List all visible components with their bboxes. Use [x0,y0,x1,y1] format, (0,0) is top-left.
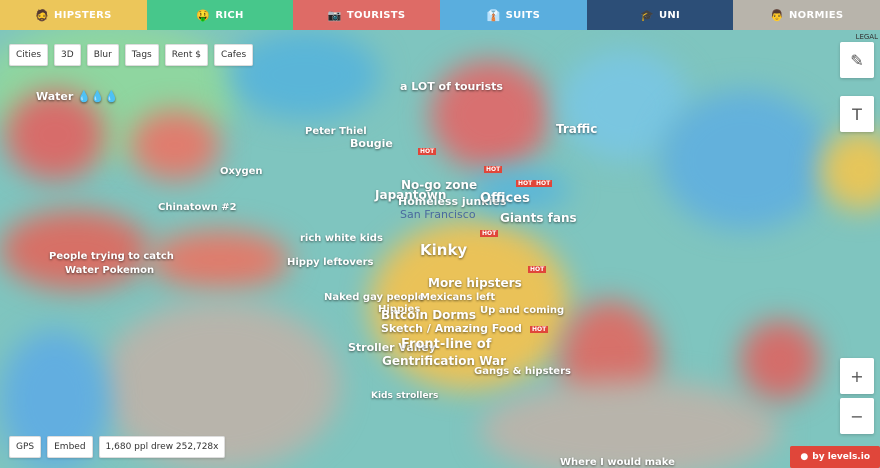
camera-icon: 📷 [327,8,342,22]
embed-button[interactable]: Embed [47,436,93,458]
zoom-in-button[interactable]: + [840,358,874,394]
tab-uni[interactable]: 🎓 Uni [586,0,734,30]
hipster-icon: 🧔 [35,8,50,22]
legal-link[interactable]: LEGAL [856,33,878,41]
tab-label: Rich [215,9,244,21]
zoom-out-button[interactable]: − [840,398,874,434]
tab-label: Hipsters [54,9,112,21]
heat-zone [820,130,880,210]
text-button[interactable]: T [840,96,874,132]
hot-tag: HOT [534,180,553,187]
map-label: Oxygen [220,166,263,177]
map-label: Mexicans left [420,292,496,303]
map-label: Water 💧💧💧 [36,90,119,103]
plus-icon: + [850,366,864,386]
heat-zone [430,60,550,170]
map-label: Front-line of [401,337,492,352]
tags-button[interactable]: Tags [124,44,159,66]
heat-zone [0,210,150,290]
minus-icon: − [850,406,864,426]
tab-label: Uni [658,9,681,21]
draw-button[interactable]: ✎ [840,42,874,78]
map-label: Peter Thiel [305,126,367,137]
hot-tag: HOT [516,180,535,187]
city-name-label: San Francisco [400,208,476,221]
heat-zone [740,320,820,400]
blur-button[interactable]: Blur [86,44,119,66]
map-label: Traffic [556,122,598,136]
map-label: Kinky [420,241,468,259]
map-label: Giants fans [500,211,577,225]
3d-button[interactable]: 3D [54,44,81,66]
cities-button[interactable]: Cities [9,44,49,66]
levels-logo-icon: ● [800,452,809,462]
heat-zone [480,380,780,468]
tab-tourists[interactable]: 📷 Tourists [293,0,441,30]
map-label: rich white kids [300,233,383,244]
hot-tag: HOT [418,148,437,155]
heat-zone [5,90,105,180]
tab-label: Suits [505,9,541,21]
map-label: Where I would make [560,457,675,468]
levels-badge[interactable]: ● by levels.io [790,446,880,468]
heat-zone [130,110,220,180]
hot-tag: HOT [484,166,503,173]
map-label: Hippy leftovers [287,257,374,268]
tie-icon: 👔 [486,8,501,22]
hot-tag: HOT [480,230,499,237]
tab-normies[interactable]: 👨 Normies [733,0,880,30]
map-label: Kids strollers [371,391,439,401]
stats-text: 1,680 ppl drew 252,728x [98,436,226,458]
map-label: a LOT of tourists [400,80,503,93]
map-label: Water Pokemon [65,265,155,276]
text-icon: T [852,104,862,124]
tab-hipsters[interactable]: 🧔 Hipsters [0,0,147,30]
tab-bar: 🧔 Hipsters 🤑 Rich 📷 Tourists 👔 Suits 🎓 Uni 👨 N… [0,0,880,30]
map-label: People trying to catch [49,251,174,262]
map-label: Bitcoin Dorms [381,308,476,322]
tab-rich[interactable]: 🤑 Rich [146,0,294,30]
tab-label: Tourists [346,9,406,21]
graduation-icon: 🎓 [639,8,654,22]
map-label: Gangs & hipsters [474,366,571,377]
map-label: Naked gay people [324,292,425,303]
map-label: Sketch / Amazing Food [381,322,522,335]
person-icon: 👨 [770,8,784,22]
map-label: More hipsters [428,276,522,290]
map-label: Bougie [350,137,393,150]
heat-zone [660,90,830,230]
rent-button[interactable]: Rent $ [164,44,208,66]
hot-tag: HOT [530,326,549,333]
heat-map[interactable]: San Francisco HOT HOT HOT HOT HOT HOT HO… [0,30,880,468]
tab-label: Normies [789,9,844,21]
map-label: Up and coming [480,305,565,316]
map-label: Chinatown #2 [158,202,237,213]
cafes-button[interactable]: Cafes [213,44,254,66]
money-icon: 🤑 [196,8,211,22]
pencil-icon: ✎ [850,50,864,70]
tab-suits[interactable]: 👔 Suits [440,0,587,30]
hot-tag: HOT [528,266,547,273]
levels-label: by levels.io [812,452,870,462]
gps-button[interactable]: GPS [9,436,42,458]
map-label: Offices [480,191,530,206]
bottom-bar: GPS Embed 1,680 ppl drew 252,728x [9,436,226,458]
map-toolbar: Cities 3D Blur Tags Rent $ Cafes [9,44,254,66]
